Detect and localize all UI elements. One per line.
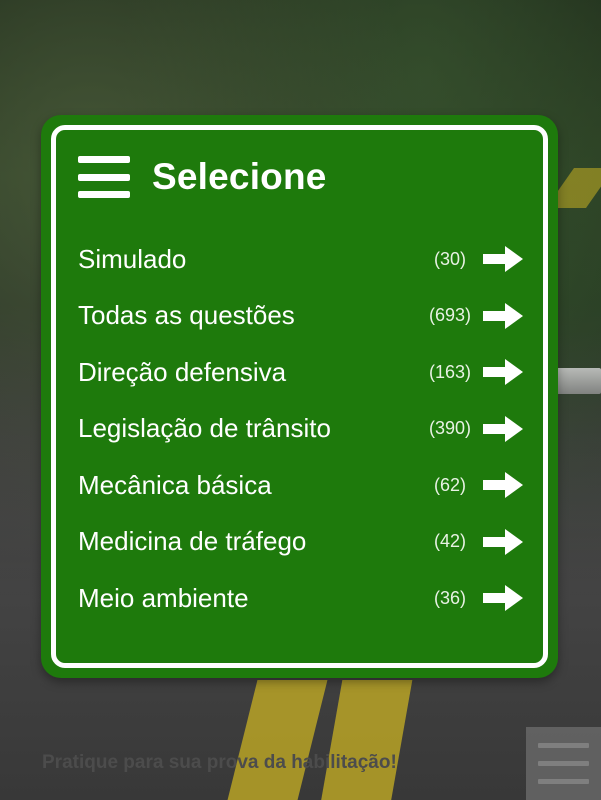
question-count: (163)	[428, 361, 472, 382]
question-count: (390)	[428, 418, 472, 439]
menu-item-meio-ambiente[interactable]: Meio ambiente (36)	[78, 570, 523, 627]
menu-item-label: Medicina de tráfego	[78, 526, 307, 557]
hamburger-icon[interactable]	[78, 156, 130, 198]
menu-item-label: Direção defensiva	[78, 356, 287, 387]
arrow-right-icon[interactable]	[483, 246, 523, 273]
arrow-right-icon[interactable]	[483, 415, 523, 442]
menu-item-legislacao-transito[interactable]: Legislação de trânsito (390)	[78, 401, 523, 458]
category-list: Simulado (30) Todas as questões (693) Di…	[78, 231, 523, 627]
menu-item-label: Mecânica básica	[78, 469, 272, 500]
menu-item-direcao-defensiva[interactable]: Direção defensiva (163)	[78, 344, 523, 401]
question-count: (693)	[428, 305, 472, 326]
menu-item-label: Legislação de trânsito	[78, 413, 331, 444]
arrow-right-icon[interactable]	[483, 585, 523, 612]
hamburger-icon[interactable]	[526, 727, 601, 800]
footer-tagline: Pratique para sua prova da habilitação!	[42, 752, 397, 773]
menu-item-label: Meio ambiente	[78, 582, 249, 613]
arrow-right-icon[interactable]	[483, 472, 523, 499]
selection-panel: Selecione Simulado (30) Todas as questõe…	[41, 115, 558, 678]
question-count: (30)	[433, 248, 466, 269]
panel-title: Selecione	[152, 156, 327, 197]
arrow-right-icon[interactable]	[483, 302, 523, 329]
arrow-right-icon[interactable]	[483, 528, 523, 555]
panel-header: Selecione	[78, 152, 327, 202]
menu-item-label: Simulado	[78, 243, 187, 274]
question-count: (42)	[433, 531, 466, 552]
menu-item-mecanica-basica[interactable]: Mecânica básica (62)	[78, 457, 523, 514]
question-count: (36)	[433, 587, 466, 608]
arrow-right-icon[interactable]	[483, 359, 523, 386]
menu-item-medicina-trafego[interactable]: Medicina de tráfego (42)	[78, 514, 523, 571]
menu-item-label: Todas as questões	[78, 300, 295, 331]
menu-item-simulado[interactable]: Simulado (30)	[78, 231, 523, 288]
menu-item-todas-questoes[interactable]: Todas as questões (693)	[78, 288, 523, 345]
question-count: (62)	[433, 474, 466, 495]
